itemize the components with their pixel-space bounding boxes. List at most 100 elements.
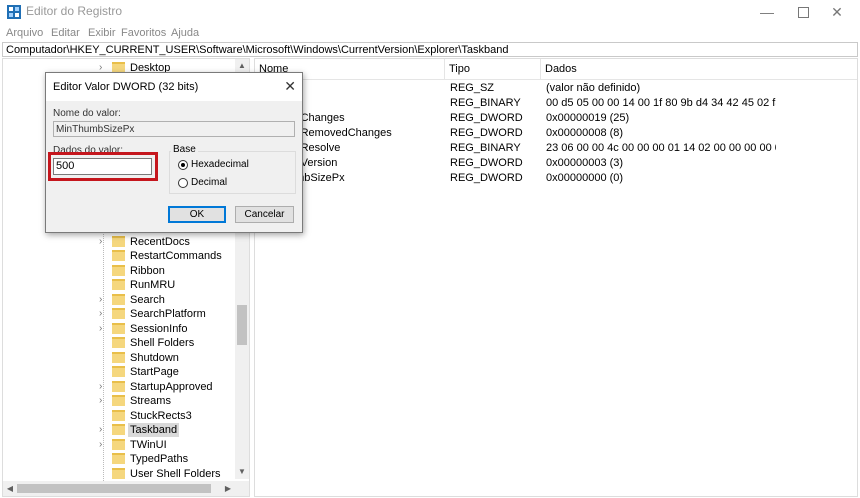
tree-item-label: StartupApproved: [130, 381, 213, 393]
chevron-right-icon[interactable]: ›: [99, 307, 102, 321]
radio-hexadecimal[interactable]: Hexadecimal: [178, 159, 249, 170]
tree-item[interactable]: › RecentDocs: [3, 235, 235, 249]
chevron-right-icon[interactable]: ›: [99, 235, 102, 249]
tree-item-label: Taskband: [128, 423, 180, 437]
tree-item[interactable]: › Streams: [3, 394, 235, 408]
tree-item-label: SearchPlatform: [130, 308, 206, 320]
minimize-icon: —: [760, 4, 774, 20]
value-name-field: MinThumbSizePx: [53, 121, 295, 137]
folder-icon: [112, 250, 125, 261]
folder-icon: [112, 381, 125, 392]
tree-item-label: TWinUI: [130, 439, 167, 451]
tree-item[interactable]: StartPage: [3, 365, 235, 379]
table-row[interactable]: esREG_BINARY00 d5 05 00 00 14 00 1f 80 9…: [255, 96, 857, 111]
tree-horizontal-scrollbar[interactable]: ◀ ▶: [3, 481, 249, 496]
scroll-up-icon[interactable]: ▲: [235, 59, 249, 73]
cancel-button[interactable]: Cancelar: [235, 206, 294, 223]
chevron-right-icon[interactable]: ›: [99, 438, 102, 452]
tree-item[interactable]: User Shell Folders: [3, 467, 235, 481]
column-header-dados[interactable]: Dados: [541, 59, 857, 79]
table-row[interactable]: esChanges REG_DWORD 0x00000019 (25): [255, 111, 857, 126]
tree-item[interactable]: TypedPaths: [3, 452, 235, 466]
chevron-right-icon[interactable]: ›: [99, 394, 102, 408]
menu-exibir[interactable]: Exibir: [88, 27, 116, 39]
scroll-left-icon[interactable]: ◀: [3, 481, 17, 496]
value-data-cell: 0x00000019 (25): [546, 112, 630, 124]
close-button[interactable]: ✕: [814, 0, 860, 24]
address-bar[interactable]: Computador\HKEY_CURRENT_USER\Software\Mi…: [2, 42, 858, 57]
tree-item[interactable]: › TWinUI: [3, 438, 235, 452]
radio-decimal-label: Decimal: [191, 177, 228, 188]
table-row[interactable]: esVersion REG_DWORD 0x00000003 (3): [255, 156, 857, 171]
close-icon: ✕: [831, 3, 843, 20]
tree-item-label: Streams: [130, 395, 171, 407]
table-row[interactable]: esRemovedChanges REG_DWORD 0x00000008 (8): [255, 126, 857, 141]
tree-item-label: RecentDocs: [130, 236, 190, 248]
menu-arquivo[interactable]: Arquivo: [6, 27, 43, 39]
tree-item[interactable]: › SessionInfo: [3, 322, 235, 336]
tree-item[interactable]: › Search: [3, 293, 235, 307]
tree-item-label: Shell Folders: [130, 337, 195, 349]
window-title: Editor do Registro: [26, 4, 123, 18]
column-header-tipo[interactable]: Tipo: [445, 59, 541, 79]
folder-icon: [112, 236, 125, 247]
folder-icon: [112, 294, 125, 305]
folder-icon: [112, 410, 125, 421]
chevron-right-icon[interactable]: ›: [99, 380, 102, 394]
maximize-icon: [797, 6, 809, 18]
value-data-cell: 0x00000003 (3): [546, 157, 624, 169]
table-row[interactable]: umbSizePx REG_DWORD 0x00000000 (0): [255, 171, 857, 186]
edit-dword-dialog: Editor Valor DWORD (32 bits) ✕ Nome do v…: [45, 72, 303, 233]
tree-item[interactable]: StuckRects3: [3, 409, 235, 423]
dialog-close-icon[interactable]: ✕: [284, 78, 296, 95]
title-bar: Editor do Registro — ✕: [0, 0, 860, 24]
scroll-down-icon[interactable]: ▼: [235, 465, 249, 479]
chevron-right-icon[interactable]: ›: [99, 322, 102, 336]
dialog-title-bar: Editor Valor DWORD (32 bits) ✕: [46, 73, 302, 101]
tree-item[interactable]: Shell Folders: [3, 336, 235, 350]
scroll-right-icon[interactable]: ▶: [221, 481, 235, 496]
menu-bar: Arquivo Editar Exibir Favoritos Ajuda: [0, 24, 860, 42]
value-data-cell: 23 06 00 00 4c 00 00 00 01 14 02 00 00 0…: [546, 142, 776, 154]
tree-item-label: TypedPaths: [130, 453, 189, 465]
tree-item[interactable]: › Taskband: [3, 423, 235, 437]
table-row[interactable]: o)REG_SZ(valor não definido): [255, 81, 857, 96]
tree-item-label: Ribbon: [130, 265, 165, 277]
menu-editar[interactable]: Editar: [51, 27, 80, 39]
tree-item[interactable]: › StartupApproved: [3, 380, 235, 394]
chevron-right-icon[interactable]: ›: [99, 423, 102, 437]
tree-item-label: StartPage: [130, 366, 179, 378]
tree-item[interactable]: RestartCommands: [3, 249, 235, 263]
values-list: Nome Tipo Dados o)REG_SZ(valor não defin…: [254, 58, 858, 497]
menu-favoritos[interactable]: Favoritos: [121, 27, 166, 39]
tree-item[interactable]: Shutdown: [3, 351, 235, 365]
table-row[interactable]: esResolve REG_BINARY 23 06 00 00 4c 00 00 …: [255, 141, 857, 156]
radio-unselected-icon: [178, 177, 188, 188]
value-data-cell: 00 d5 05 00 00 14 00 1f 80 9b d4 34 42 4…: [546, 97, 776, 109]
tree-item[interactable]: RunMRU: [3, 278, 235, 292]
radio-hexadecimal-label: Hexadecimal: [191, 159, 249, 170]
value-name-label: Nome do valor:: [53, 108, 121, 119]
tree-hscroll-thumb[interactable]: [17, 484, 211, 493]
tree-item-label: SessionInfo: [130, 323, 188, 335]
value-type-cell: REG_DWORD: [450, 157, 523, 169]
folder-icon: [112, 453, 125, 464]
value-type-cell: REG_DWORD: [450, 172, 523, 184]
tree-item[interactable]: › SearchPlatform: [3, 307, 235, 321]
chevron-right-icon[interactable]: ›: [99, 293, 102, 307]
radio-selected-icon: [178, 159, 188, 170]
folder-icon: [112, 439, 125, 450]
tree-scroll-thumb[interactable]: [237, 305, 247, 345]
radio-decimal[interactable]: Decimal: [178, 177, 227, 188]
list-header: Nome Tipo Dados: [255, 59, 857, 80]
folder-icon: [112, 337, 125, 348]
ok-button[interactable]: OK: [168, 206, 226, 223]
folder-icon: [112, 395, 125, 406]
tree-item-label: StuckRects3: [130, 410, 192, 422]
tree-item[interactable]: Ribbon: [3, 264, 235, 278]
menu-ajuda[interactable]: Ajuda: [171, 27, 199, 39]
tree-item-label: RestartCommands: [130, 250, 222, 262]
tree-item-label: Search: [130, 294, 165, 306]
folder-icon: [112, 468, 125, 479]
folder-icon: [112, 323, 125, 334]
